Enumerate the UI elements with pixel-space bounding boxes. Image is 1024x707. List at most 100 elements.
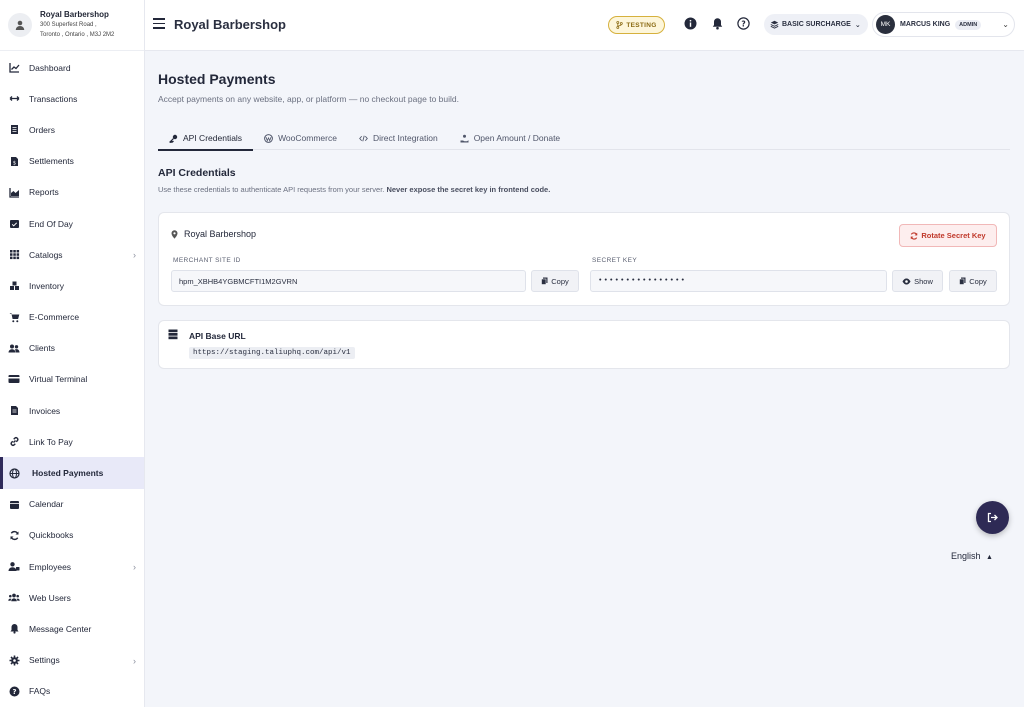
copy-icon bbox=[541, 277, 548, 285]
logout-fab-button[interactable] bbox=[976, 501, 1009, 534]
top-header: Royal Barbershop TESTING ? BASIC SURCHAR… bbox=[145, 0, 1024, 51]
api-base-url-value[interactable]: https://staging.taliuphq.com/api/v1 bbox=[189, 347, 355, 359]
show-secret-button[interactable]: Show bbox=[892, 270, 943, 292]
sidebar-item-label: Clients bbox=[29, 343, 55, 354]
sidebar-item-inventory[interactable]: Inventory bbox=[0, 270, 144, 301]
sidebar-item-label: FAQs bbox=[29, 686, 51, 697]
cart-icon bbox=[8, 311, 20, 323]
sidebar-item-calendar[interactable]: Calendar bbox=[0, 489, 144, 520]
store-avatar-icon bbox=[8, 13, 32, 37]
sidebar-item-reports[interactable]: Reports bbox=[0, 177, 144, 208]
notification-bell-icon[interactable] bbox=[711, 17, 724, 30]
sidebar-item-link-to-pay[interactable]: Link To Pay bbox=[0, 426, 144, 457]
tab-label: Open Amount / Donate bbox=[473, 133, 561, 143]
tab-direct-integration[interactable]: Direct Integration bbox=[348, 126, 449, 150]
sidebar-item-label: Quickbooks bbox=[29, 530, 74, 541]
brand-address-line1: 300 Superfest Road , bbox=[40, 22, 97, 28]
help-icon[interactable]: ? bbox=[737, 17, 750, 30]
merchant-site-id-label: MERCHANT SITE ID bbox=[173, 257, 241, 264]
sidebar-item-label: Hosted Payments bbox=[32, 468, 104, 479]
caret-up-icon: ▲ bbox=[986, 554, 993, 561]
tab-bar: API Credentials WooCommerce Direct Integ… bbox=[158, 126, 1010, 151]
sidebar-item-label: Settings bbox=[29, 655, 60, 666]
show-label: Show bbox=[914, 276, 933, 286]
sidebar-item-settlements[interactable]: $ Settlements bbox=[0, 146, 144, 177]
sidebar-item-faqs[interactable]: ? FAQs bbox=[0, 676, 144, 707]
user-tie-icon bbox=[8, 561, 20, 573]
sidebar-item-hosted-payments[interactable]: Hosted Payments bbox=[0, 457, 144, 489]
sidebar-item-label: Link To Pay bbox=[29, 436, 73, 447]
sidebar-item-dashboard[interactable]: Dashboard bbox=[0, 52, 144, 83]
sidebar-item-label: Calendar bbox=[29, 499, 64, 510]
tab-open-amount-donate[interactable]: Open Amount / Donate bbox=[449, 126, 571, 150]
rotate-secret-key-button[interactable]: Rotate Secret Key bbox=[899, 224, 997, 247]
user-menu[interactable]: MK MARCUS KING ADMIN ⌄ bbox=[872, 12, 1015, 37]
chart-line-icon bbox=[8, 62, 20, 74]
invoice-icon bbox=[8, 405, 20, 417]
secret-key-field[interactable]: •••••••••••••••• bbox=[590, 270, 887, 292]
sidebar-item-invoices[interactable]: Invoices bbox=[0, 395, 144, 426]
language-selector[interactable]: English ▲ bbox=[951, 551, 993, 561]
info-icon[interactable] bbox=[684, 17, 697, 30]
chevron-down-icon: ⌄ bbox=[854, 21, 861, 29]
sidebar-item-transactions[interactable]: Transactions bbox=[0, 83, 144, 114]
testing-mode-badge[interactable]: TESTING bbox=[608, 16, 665, 34]
receipt-icon bbox=[8, 124, 20, 136]
section-description: Use these credentials to authenticate AP… bbox=[158, 185, 550, 194]
testing-label: TESTING bbox=[626, 21, 657, 29]
merchant-site-id-field[interactable]: hpm_XBHB4YGBMCFTI1M2GVRN bbox=[171, 270, 526, 292]
role-badge: ADMIN bbox=[955, 19, 982, 30]
location-header: Royal Barbershop bbox=[171, 229, 256, 239]
tab-label: WooCommerce bbox=[278, 133, 337, 143]
surcharge-label: BASIC SURCHARGE bbox=[782, 21, 851, 28]
copy-icon bbox=[959, 277, 966, 285]
copy-merchant-id-button[interactable]: Copy bbox=[531, 270, 579, 292]
sidebar-item-employees[interactable]: Employees › bbox=[0, 551, 144, 582]
code-icon bbox=[359, 135, 368, 141]
brand-name: Royal Barbershop bbox=[40, 10, 109, 19]
sidebar-item-label: Employees bbox=[29, 561, 72, 572]
tab-woocommerce[interactable]: WooCommerce bbox=[253, 126, 348, 150]
chevron-right-icon: › bbox=[133, 655, 136, 666]
sidebar-item-e-commerce[interactable]: E-Commerce bbox=[0, 302, 144, 333]
chevron-down-icon: ⌄ bbox=[1002, 20, 1009, 29]
tab-api-credentials[interactable]: API Credentials bbox=[158, 126, 254, 151]
sidebar-item-label: Web Users bbox=[29, 592, 71, 603]
hamburger-menu-icon[interactable] bbox=[153, 18, 165, 30]
sidebar-item-catalogs[interactable]: Catalogs › bbox=[0, 239, 144, 270]
tab-label: Direct Integration bbox=[372, 133, 438, 143]
rotate-label: Rotate Secret Key bbox=[921, 231, 986, 240]
language-label: English bbox=[951, 551, 981, 561]
calendar-icon bbox=[8, 498, 20, 510]
tab-label: API Credentials bbox=[183, 133, 243, 143]
sidebar-item-label: Message Center bbox=[29, 623, 92, 634]
user-group-icon bbox=[8, 592, 20, 604]
svg-text:?: ? bbox=[12, 688, 16, 696]
refresh-icon bbox=[911, 231, 918, 240]
surcharge-selector[interactable]: BASIC SURCHARGE ⌄ bbox=[764, 14, 868, 35]
copy-secret-key-button[interactable]: Copy bbox=[949, 270, 997, 292]
section-desc-text: Use these credentials to authenticate AP… bbox=[158, 185, 385, 194]
sidebar-item-settings[interactable]: Settings › bbox=[0, 645, 144, 676]
sidebar-item-quickbooks[interactable]: Quickbooks bbox=[0, 520, 144, 551]
sidebar-item-label: End Of Day bbox=[29, 218, 73, 229]
page-subtitle: Accept payments on any website, app, or … bbox=[158, 94, 459, 104]
sidebar-item-orders[interactable]: Orders bbox=[0, 114, 144, 145]
sidebar-item-label: Inventory bbox=[29, 280, 64, 291]
section-title: API Credentials bbox=[158, 167, 236, 179]
sidebar-item-clients[interactable]: Clients bbox=[0, 333, 144, 364]
eye-icon bbox=[902, 278, 911, 284]
sidebar-item-message-center[interactable]: Message Center bbox=[0, 613, 144, 644]
sidebar-item-web-users[interactable]: Web Users bbox=[0, 582, 144, 613]
brand-block[interactable]: Royal Barbershop 300 Superfest Road , To… bbox=[0, 0, 144, 51]
branch-icon bbox=[616, 21, 624, 29]
arrows-horizontal-icon bbox=[8, 93, 20, 105]
sidebar-item-end-of-day[interactable]: End Of Day bbox=[0, 208, 144, 239]
calendar-check-icon bbox=[8, 218, 20, 230]
bell-icon bbox=[8, 623, 20, 635]
sidebar-item-label: Transactions bbox=[29, 93, 78, 104]
secret-key-label: SECRET KEY bbox=[592, 257, 638, 264]
copy-label: Copy bbox=[969, 276, 987, 286]
svg-text:$: $ bbox=[12, 160, 15, 166]
sidebar-item-virtual-terminal[interactable]: Virtual Terminal bbox=[0, 364, 144, 395]
